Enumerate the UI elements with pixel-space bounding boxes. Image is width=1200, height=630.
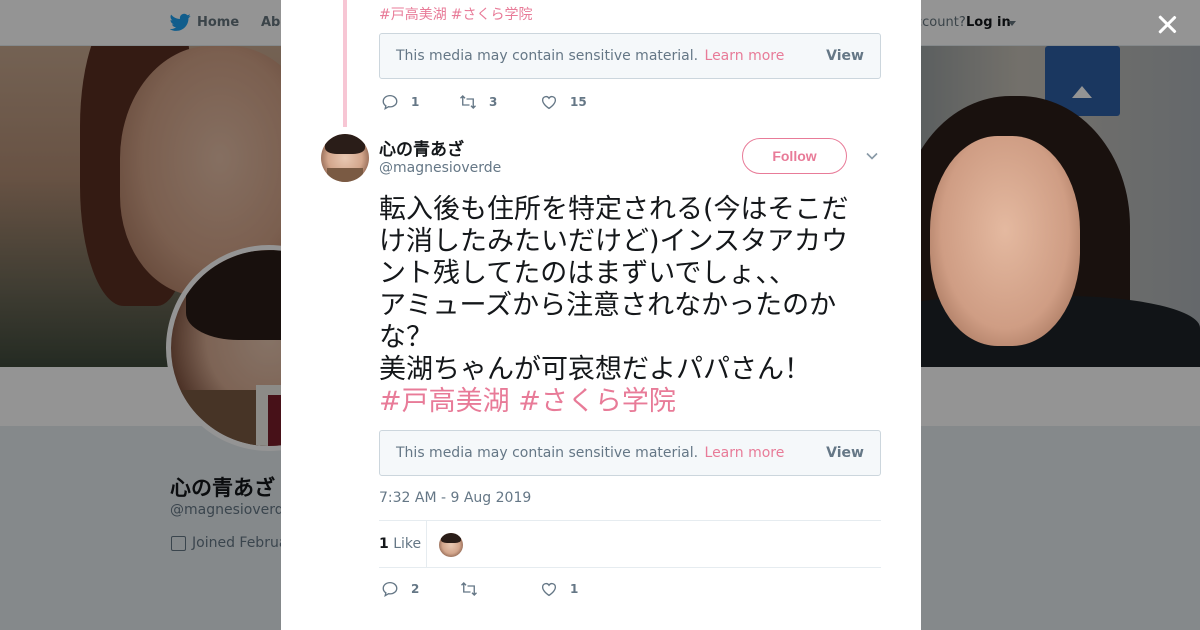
- reply-count: 1: [411, 95, 420, 109]
- retweet-icon: [460, 95, 476, 109]
- likes-stat[interactable]: 1 Like: [379, 536, 421, 552]
- heart-icon: [541, 95, 557, 110]
- sensitive-media-notice: This media may contain sensitive materia…: [379, 430, 881, 476]
- retweet-count: 3: [489, 95, 498, 109]
- hashtag-link[interactable]: #さくら学院: [518, 386, 676, 417]
- sensitive-media-notice: This media may contain sensitive materia…: [379, 33, 881, 79]
- sensitive-message: This media may contain sensitive materia…: [396, 48, 699, 64]
- reply-icon: [382, 581, 398, 598]
- heart-icon: [541, 582, 557, 597]
- view-media-button[interactable]: View: [826, 48, 864, 64]
- tweet-stats: 1 Like: [379, 520, 881, 568]
- author-avatar[interactable]: [321, 134, 369, 182]
- author-handle[interactable]: @magnesioverde: [379, 160, 501, 176]
- learn-more-link[interactable]: Learn more: [705, 445, 785, 461]
- author-name[interactable]: 心の青あざ: [379, 135, 464, 160]
- learn-more-link[interactable]: Learn more: [705, 48, 785, 64]
- reply-button[interactable]: 1: [381, 90, 419, 114]
- tweet-text-line: 美湖ちゃんが可哀想だよパパさん！: [379, 354, 811, 385]
- retweet-icon: [461, 582, 477, 596]
- like-button[interactable]: 1: [540, 577, 578, 601]
- close-icon[interactable]: [1154, 12, 1180, 38]
- tweet-text-line: な？: [379, 322, 433, 353]
- like-count: 1: [570, 582, 579, 596]
- tweet-text: 転入後も住所を特定される(今はそこだ け消したみたいだけど)インスタアカウ ント残し…: [379, 194, 879, 418]
- hashtag-link[interactable]: #戸高美湖: [379, 7, 447, 23]
- liker-avatar[interactable]: [439, 533, 463, 557]
- like-count: 15: [570, 95, 587, 109]
- reply-button[interactable]: 2: [381, 577, 419, 601]
- retweet-button[interactable]: [460, 577, 490, 601]
- reply-count: 2: [411, 582, 420, 596]
- tweet-text-line: け消したみたいだけど)インスタアカウ: [379, 226, 848, 257]
- view-media-button[interactable]: View: [826, 445, 864, 461]
- retweet-button[interactable]: 3: [459, 90, 497, 114]
- hashtag-link[interactable]: #さくら学院: [451, 7, 533, 23]
- tweet-text-line: アミューズから注意されなかったのか: [379, 290, 837, 321]
- tweet-text-line: ント残してたのはまずいでしょ、、: [379, 258, 796, 289]
- hashtag-link[interactable]: #戸高美湖: [379, 386, 510, 417]
- sensitive-message: This media may contain sensitive materia…: [396, 445, 699, 461]
- stats-divider: [426, 521, 427, 568]
- prev-tweet-actions: 1 3 15: [379, 90, 679, 114]
- likes-stat-label: Like: [393, 536, 422, 552]
- tweet-text-line: 転入後も住所を特定される(今はそこだ: [379, 194, 849, 225]
- prev-tweet-hashtags: #戸高美湖 #さくら学院: [379, 4, 536, 24]
- tweet-actions: 2 1: [379, 577, 679, 601]
- follow-button[interactable]: Follow: [742, 138, 847, 174]
- reply-icon: [382, 94, 398, 111]
- tweet-timestamp[interactable]: 7:32 AM - 9 Aug 2019: [379, 490, 531, 506]
- thread-connector-line: [343, 0, 347, 127]
- like-button[interactable]: 15: [540, 90, 587, 114]
- likes-stat-count: 1: [379, 536, 389, 552]
- tweet-modal: #戸高美湖 #さくら学院 This media may contain sensi…: [281, 0, 921, 630]
- chevron-down-icon[interactable]: [866, 150, 878, 162]
